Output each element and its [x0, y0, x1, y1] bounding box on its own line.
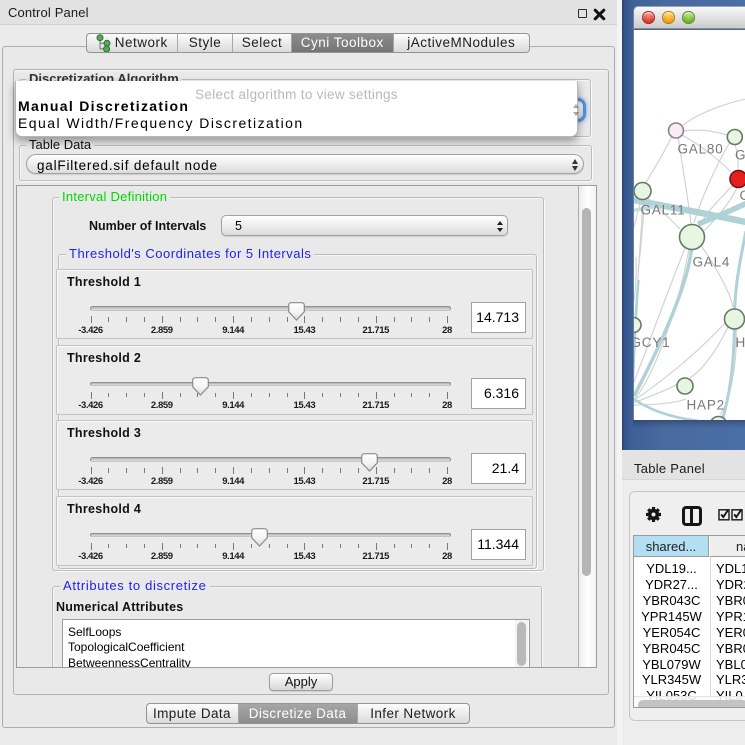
svg-text:GAL11: GAL11	[641, 203, 686, 218]
svg-text:HAP2: HAP2	[687, 398, 725, 413]
svg-text:GCY1: GCY1	[634, 335, 670, 350]
svg-text:GAL4: GAL4	[693, 255, 731, 270]
svg-text:H: H	[736, 335, 745, 350]
svg-text:C: C	[740, 188, 745, 203]
svg-text:GA: GA	[735, 148, 745, 163]
svg-text:GAL80: GAL80	[678, 142, 724, 157]
